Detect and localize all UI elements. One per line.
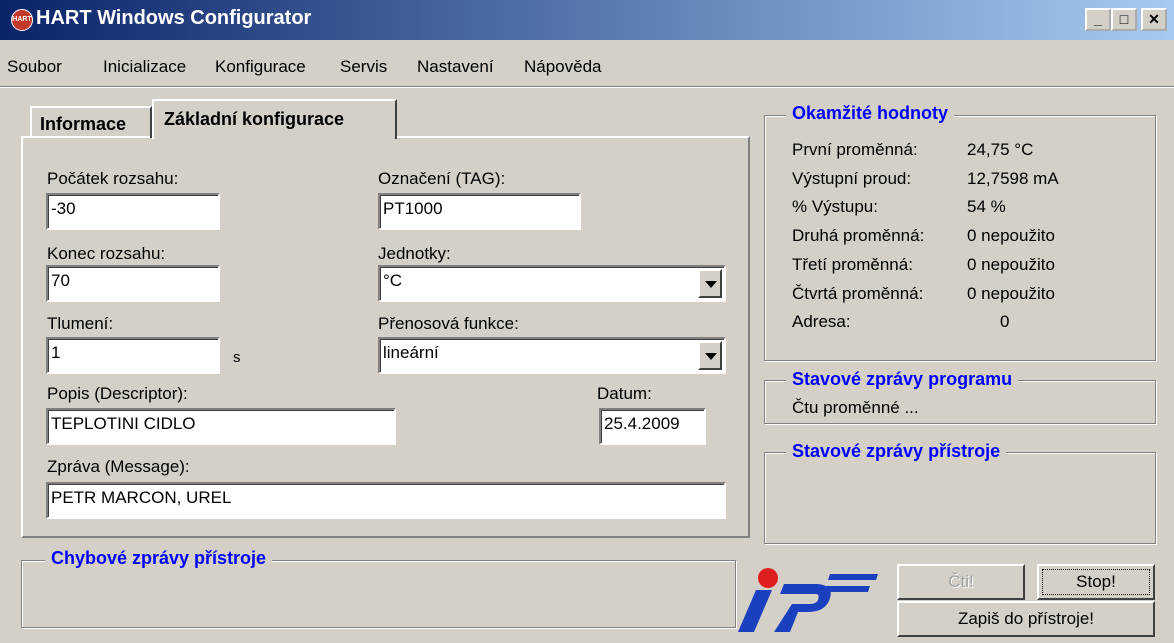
write-button[interactable]: Zapiš do přístroje! xyxy=(897,601,1155,637)
close-button[interactable]: ✕ xyxy=(1141,8,1167,31)
transfer-select[interactable]: lineární xyxy=(378,337,726,374)
units-select-value: °C xyxy=(383,271,403,290)
menu-divider-highlight xyxy=(0,87,1174,88)
instant-value-2: 12,7598 mA xyxy=(967,169,1059,188)
instant-value-5: 0 nepoužito xyxy=(967,255,1055,274)
tag-label: Označení (TAG): xyxy=(378,169,506,188)
device-status-group xyxy=(764,452,1156,544)
minimize-button[interactable]: _ xyxy=(1085,8,1111,31)
tab-zakladni-konfigurace[interactable]: Základní konfigurace xyxy=(152,99,397,139)
instant-value-1: 24,75 °C xyxy=(967,140,1034,159)
damping-label: Tlumení: xyxy=(47,314,114,333)
range-end-label: Konec rozsahu: xyxy=(47,244,166,263)
menu-servis[interactable]: Servis xyxy=(340,57,387,77)
message-label: Zpráva (Message): xyxy=(47,457,190,476)
range-start-input[interactable]: -30 xyxy=(46,193,220,230)
transfer-select-value: lineární xyxy=(383,343,439,362)
instant-label-6: Čtvrtá proměnná: xyxy=(792,284,924,303)
menu-nastaveni[interactable]: Nastavení xyxy=(417,57,494,77)
units-label: Jednotky: xyxy=(378,244,451,263)
instant-value-3: 54 % xyxy=(967,197,1006,216)
range-start-label: Počátek rozsahu: xyxy=(47,169,179,188)
message-input[interactable]: PETR MARCON, UREL xyxy=(46,482,726,519)
read-button[interactable]: Čti! xyxy=(897,564,1025,600)
isp-logo xyxy=(730,560,886,636)
device-status-title: Stavové zprávy přístroje xyxy=(786,441,1007,462)
damping-unit: s xyxy=(233,349,241,366)
menu-inicializace[interactable]: Inicializace xyxy=(103,57,186,77)
instant-label-3: % Výstupu: xyxy=(792,197,878,216)
transfer-label: Přenosová funkce: xyxy=(378,314,519,333)
chevron-down-icon[interactable] xyxy=(698,269,722,298)
descriptor-input[interactable]: TEPLOTINI CIDLO xyxy=(46,408,396,445)
instant-value-4: 0 nepoužito xyxy=(967,226,1055,245)
menu-konfigurace[interactable]: Konfigurace xyxy=(215,57,306,77)
title-bar[interactable]: HART HART Windows Configurator _ □ ✕ xyxy=(0,0,1174,40)
instant-label-5: Třetí proměnná: xyxy=(792,255,913,274)
tab-informace[interactable]: Informace xyxy=(30,106,152,138)
damping-input[interactable]: 1 xyxy=(46,337,220,374)
instant-values-title: Okamžité hodnoty xyxy=(786,103,955,124)
program-status-text: Čtu proměnné ... xyxy=(792,398,919,417)
device-errors-group xyxy=(21,560,736,628)
date-input[interactable]: 25.4.2009 xyxy=(599,408,706,445)
instant-label-7: Adresa: xyxy=(792,312,851,331)
menu-bar: Soubor Inicializace Konfigurace Servis N… xyxy=(0,44,1174,84)
instant-value-7: 0 xyxy=(1000,312,1010,331)
device-errors-title: Chybové zprávy přístroje xyxy=(45,548,273,569)
instant-label-4: Druhá proměnná: xyxy=(792,226,925,245)
app-icon: HART xyxy=(11,9,33,31)
maximize-button[interactable]: □ xyxy=(1111,8,1137,31)
window-title: HART Windows Configurator xyxy=(36,7,312,29)
program-status-title: Stavové zprávy programu xyxy=(786,369,1019,390)
chevron-down-icon[interactable] xyxy=(698,341,722,370)
menu-napoveda[interactable]: Nápověda xyxy=(524,57,602,77)
tag-input[interactable]: PT1000 xyxy=(378,193,581,230)
range-end-input[interactable]: 70 xyxy=(46,265,220,302)
instant-value-6: 0 nepoužito xyxy=(967,284,1055,303)
instant-label-2: Výstupní proud: xyxy=(792,169,912,188)
descriptor-label: Popis (Descriptor): xyxy=(47,384,188,403)
units-select[interactable]: °C xyxy=(378,265,726,302)
menu-soubor[interactable]: Soubor xyxy=(7,57,62,77)
stop-button[interactable]: Stop! xyxy=(1037,564,1155,600)
date-label: Datum: xyxy=(597,384,652,403)
instant-label-1: První proměnná: xyxy=(792,140,918,159)
